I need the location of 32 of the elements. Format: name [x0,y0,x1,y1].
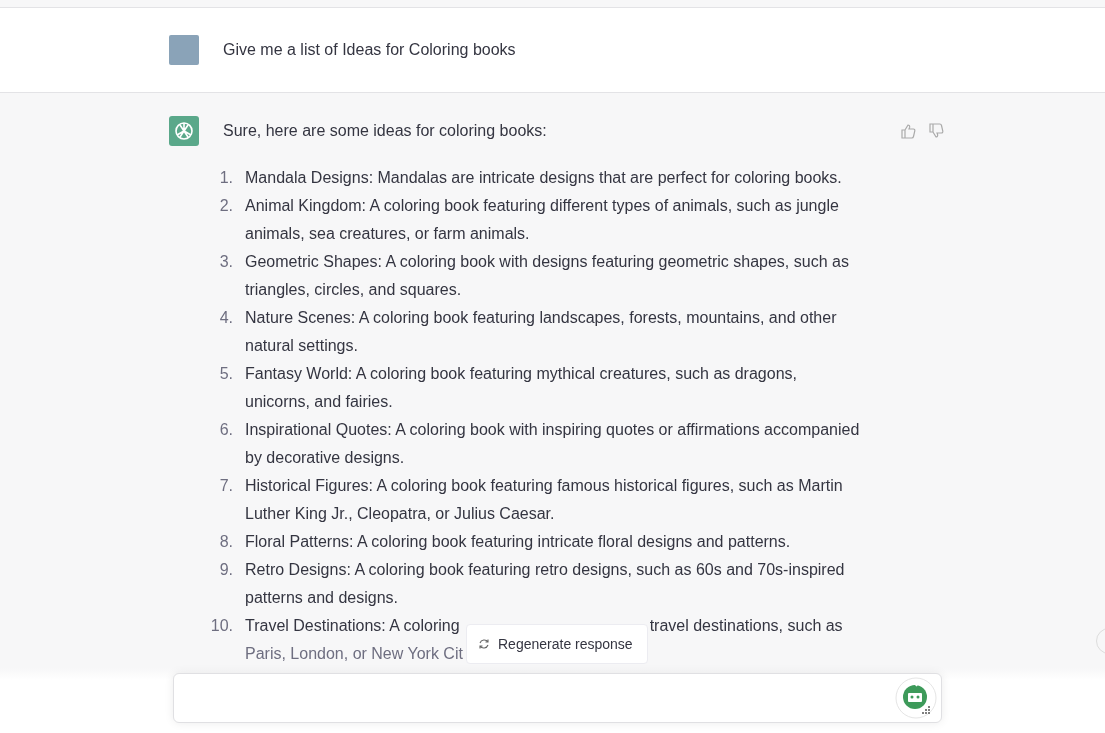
robot-icon[interactable] [895,677,937,719]
thumbs-up-icon[interactable] [900,123,916,139]
list-item-text: Mandala Designs: Mandalas are intricate designs that are perfect for coloring books. [245,168,843,188]
list-number: 4. [218,308,233,328]
list-item-text: Geometric Shapes: A coloring book with designs featuring geometric shapes, such as triangles, circles, and squares. [245,252,850,300]
list-item-text: Animal Kingdom: A coloring book featuring different types of animals, such as jungle animals, sea creatures, or farm animals. [245,196,840,244]
list-item-text: Historical Figures: A coloring book featuring famous historical figures, such as Martin Luther King Jr., Cleopatra, or Julius Caesar. [245,476,844,524]
list-number: 7. [218,476,233,496]
list-number: 6. [218,420,233,440]
list-number: 10. [209,616,233,636]
list-number: 9. [218,560,233,580]
list-number: 8. [218,532,233,552]
list-number: 5. [218,364,233,384]
message-input-field[interactable] [173,673,942,723]
list-number: 3. [218,252,233,272]
list-number: 2. [218,196,233,216]
list-item-text: Paris, London, or New York Cit [245,644,463,664]
list-number: 1. [218,168,233,188]
assistant-intro-text: Sure, here are some ideas for coloring books: [223,121,548,141]
user-avatar-photo-placeholder [169,35,199,65]
list-item-text: Floral Patterns: A coloring book featuring intricate floral designs and patterns. [245,532,792,552]
thumbs-down-icon[interactable] [928,123,944,139]
list-item-text: Nature Scenes: A coloring book featuring landscapes, forests, mountains, and other natural settings. [245,308,838,356]
user-message: Give me a list of Ideas for Coloring books [223,40,516,60]
list-item-text: Inspirational Quotes: A coloring book with inspiring quotes or affirmations accompanied by decorative designs. [245,420,861,468]
list-item-text: Fantasy World: A coloring book featuring mythical creatures, such as dragons, unicorns, and fairies. [245,364,798,412]
list-item-text: Retro Designs: A coloring book featuring retro designs, such as 60s and 70s-inspired patterns and designs. [245,560,846,608]
list-item-text: Travel Destinations: A coloring [245,616,460,636]
assistant-logo-icon [169,116,199,146]
list-item-text: travel destinations, such as [649,616,843,636]
refresh-icon [478,638,490,650]
regenerate-response-button[interactable]: Regenerate response [466,624,648,664]
